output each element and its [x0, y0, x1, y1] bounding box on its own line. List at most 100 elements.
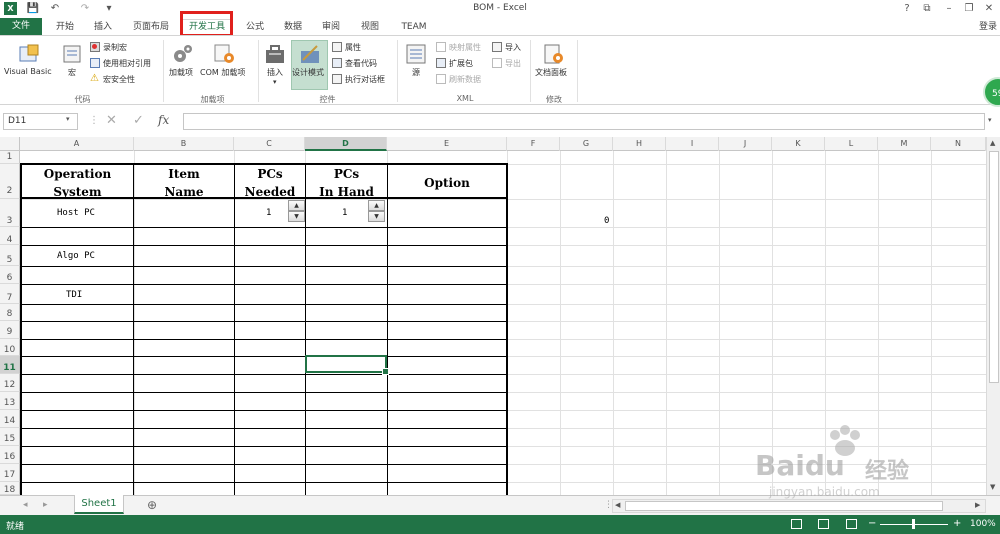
- insert-function-icon[interactable]: fx: [158, 113, 169, 127]
- zoom-in-icon[interactable]: +: [953, 518, 961, 529]
- row-header[interactable]: 14: [0, 410, 20, 428]
- scroll-up-icon[interactable]: ▲: [990, 139, 995, 147]
- row-header[interactable]: 5: [0, 245, 20, 266]
- column-header[interactable]: F: [507, 137, 560, 151]
- tab-file[interactable]: 文件: [0, 18, 42, 35]
- tab-home[interactable]: 开始: [50, 21, 80, 35]
- formula-input[interactable]: [183, 113, 985, 130]
- ribbon-display-icon[interactable]: ⧉: [918, 2, 936, 16]
- row-header[interactable]: 15: [0, 428, 20, 446]
- row-header[interactable]: 16: [0, 446, 20, 464]
- row-header[interactable]: 18: [0, 482, 20, 495]
- map-props-button[interactable]: 映射属性: [449, 42, 481, 53]
- row-header[interactable]: 12: [0, 374, 20, 392]
- insert-control-label[interactable]: 插入: [267, 67, 283, 78]
- sheet-tab-sheet1[interactable]: Sheet1: [74, 495, 124, 514]
- scroll-down-icon[interactable]: ▼: [990, 483, 995, 491]
- column-header[interactable]: M: [878, 137, 931, 151]
- column-header[interactable]: J: [719, 137, 772, 151]
- column-header[interactable]: A: [20, 137, 134, 151]
- cell-g3[interactable]: 0: [604, 216, 609, 226]
- expand-formula-icon[interactable]: ▾: [988, 116, 992, 124]
- doc-panel-label[interactable]: 文档面板: [535, 67, 567, 78]
- normal-view-icon[interactable]: [791, 519, 802, 529]
- expansion-packs-button[interactable]: 扩展包: [449, 58, 473, 69]
- scroll-thumb[interactable]: [989, 151, 999, 383]
- column-header[interactable]: B: [134, 137, 234, 151]
- row-header[interactable]: 6: [0, 266, 20, 284]
- run-dialog-button[interactable]: 执行对话框: [345, 74, 385, 85]
- column-header[interactable]: E: [387, 137, 507, 151]
- zoom-level[interactable]: 100%: [970, 519, 996, 529]
- column-header[interactable]: G: [560, 137, 613, 151]
- column-header[interactable]: L: [825, 137, 878, 151]
- row-header[interactable]: 3: [0, 199, 20, 227]
- vertical-scrollbar[interactable]: ▲ ▼: [986, 137, 1000, 495]
- h-scroll-thumb[interactable]: [625, 501, 943, 511]
- doc-panel-icon[interactable]: [542, 43, 564, 65]
- cancel-icon[interactable]: ✕: [106, 113, 117, 128]
- cell-a5[interactable]: Algo PC: [57, 251, 95, 261]
- restore-icon[interactable]: ❐: [960, 2, 978, 16]
- tab-team[interactable]: TEAM: [396, 21, 432, 35]
- column-header[interactable]: K: [772, 137, 825, 151]
- cell-d3[interactable]: 1: [342, 208, 347, 218]
- row-header[interactable]: 11: [0, 356, 20, 374]
- row-header[interactable]: 4: [0, 227, 20, 245]
- help-icon[interactable]: ?: [898, 2, 916, 16]
- selected-cell-d11[interactable]: [305, 355, 389, 375]
- next-sheet-icon[interactable]: ▸: [43, 500, 48, 510]
- visual-basic-label[interactable]: Visual Basic: [4, 67, 52, 76]
- tab-data[interactable]: 数据: [278, 21, 308, 35]
- spin-down-icon[interactable]: ▼: [368, 211, 385, 222]
- visual-basic-icon[interactable]: [18, 43, 40, 65]
- tab-formulas[interactable]: 公式: [240, 21, 270, 35]
- spin-button-inhand[interactable]: ▲ ▼: [368, 200, 385, 223]
- xml-source-icon[interactable]: [405, 43, 427, 65]
- zoom-out-icon[interactable]: −: [868, 518, 876, 529]
- row-header[interactable]: 17: [0, 464, 20, 482]
- row-header[interactable]: 8: [0, 304, 20, 321]
- macro-icon[interactable]: [61, 43, 83, 65]
- row-header[interactable]: 2: [0, 164, 20, 199]
- spin-up-icon[interactable]: ▲: [288, 200, 305, 211]
- enter-icon[interactable]: ✓: [133, 113, 144, 128]
- column-header[interactable]: D: [305, 137, 387, 151]
- row-header[interactable]: 13: [0, 392, 20, 410]
- scroll-left-icon[interactable]: ◀: [615, 501, 620, 509]
- relative-ref-button[interactable]: 使用相对引用: [103, 58, 151, 69]
- xml-source-label[interactable]: 源: [412, 67, 420, 78]
- column-header[interactable]: C: [234, 137, 305, 151]
- view-code-button[interactable]: 查看代码: [345, 58, 377, 69]
- cell-a3[interactable]: Host PC: [57, 208, 95, 218]
- addins-gear-icon[interactable]: [172, 43, 194, 65]
- macro-label[interactable]: 宏: [68, 67, 76, 78]
- column-header[interactable]: N: [931, 137, 986, 151]
- close-icon[interactable]: ✕: [980, 2, 998, 16]
- properties-button[interactable]: 属性: [345, 42, 361, 53]
- row-header[interactable]: 7: [0, 284, 20, 304]
- insert-control-icon[interactable]: [264, 43, 286, 65]
- export-button[interactable]: 导出: [505, 58, 521, 69]
- scroll-right-icon[interactable]: ▶: [975, 501, 980, 509]
- name-box-dropdown-icon[interactable]: ▾: [66, 115, 70, 123]
- com-addins-icon[interactable]: [213, 43, 235, 65]
- column-header[interactable]: H: [613, 137, 666, 151]
- tab-review[interactable]: 审阅: [316, 21, 346, 35]
- tab-view[interactable]: 视图: [355, 21, 385, 35]
- prev-sheet-icon[interactable]: ◂: [23, 500, 28, 510]
- page-layout-view-icon[interactable]: [818, 519, 829, 529]
- tab-page-layout[interactable]: 页面布局: [128, 21, 174, 35]
- spin-button-needed[interactable]: ▲ ▼: [288, 200, 305, 223]
- com-addins-label[interactable]: COM 加载项: [200, 67, 245, 78]
- row-header[interactable]: 10: [0, 339, 20, 356]
- sign-in-link[interactable]: 登录: [976, 21, 1000, 35]
- minimize-icon[interactable]: –: [940, 2, 958, 16]
- record-macro-button[interactable]: 录制宏: [103, 42, 127, 53]
- cell-a7[interactable]: TDI: [66, 290, 82, 300]
- insert-dropdown-icon[interactable]: ▾: [273, 78, 277, 86]
- macro-security-button[interactable]: 宏安全性: [103, 74, 135, 85]
- addins-label[interactable]: 加载项: [169, 67, 193, 78]
- spin-down-icon[interactable]: ▼: [288, 211, 305, 222]
- select-all-corner[interactable]: [0, 137, 20, 151]
